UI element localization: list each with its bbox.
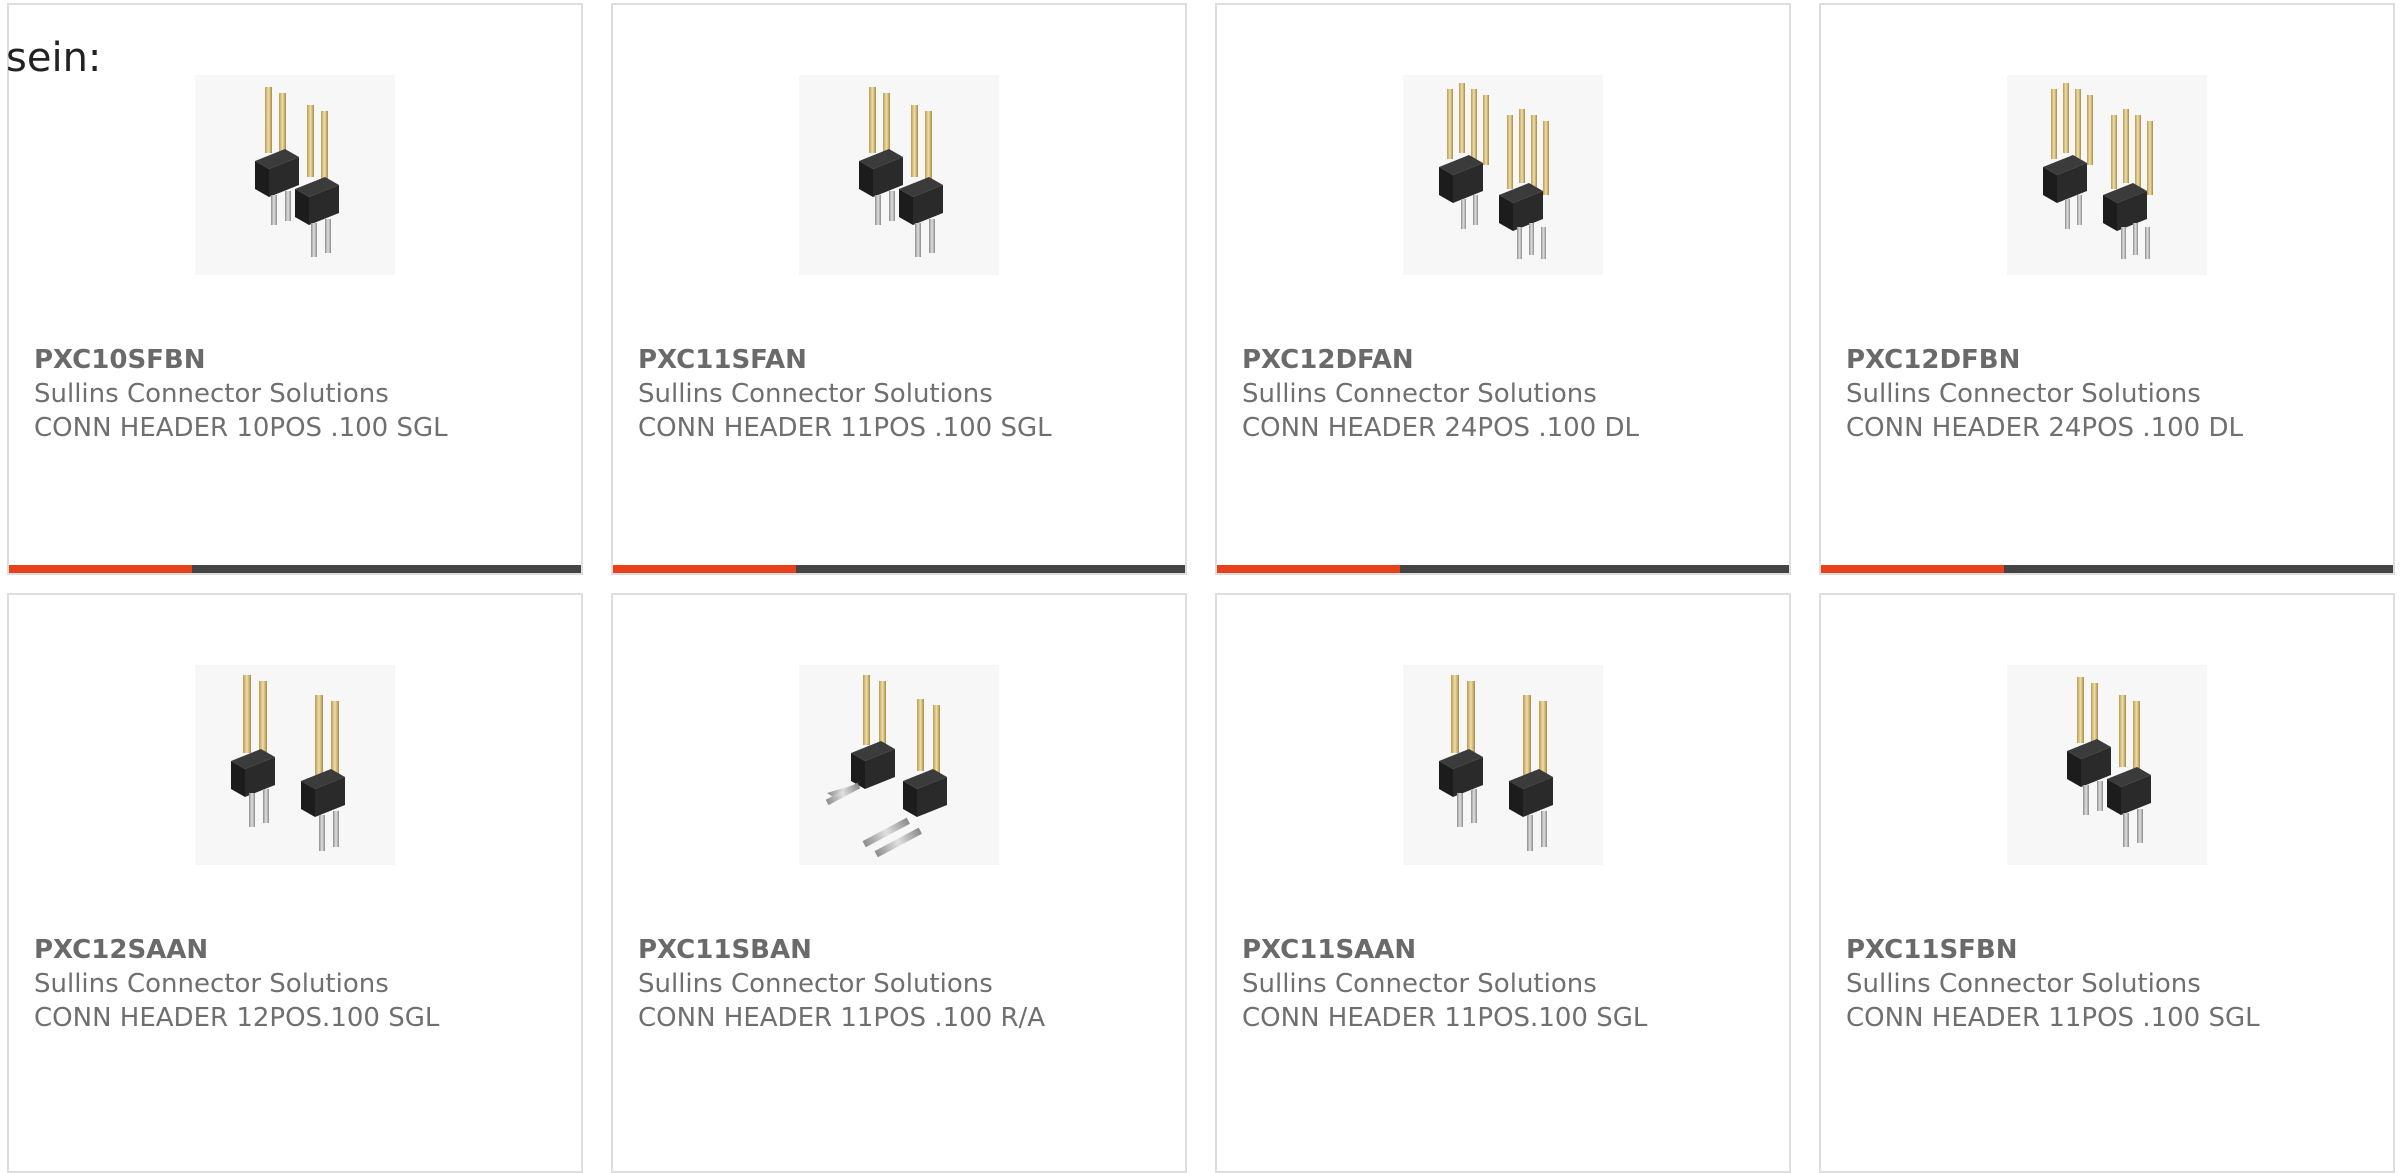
product-grid: PXC10SFBN Sullins Connector Solutions CO… [0, 0, 2400, 1173]
description: CONN HEADER 11POS .100 R/A [638, 1003, 1046, 1033]
single-row-pin-header-image[interactable] [1403, 665, 1603, 865]
product-card[interactable]: PXC11SFAN Sullins Connector Solutions CO… [611, 3, 1187, 575]
description: CONN HEADER 10POS .100 SGL [34, 413, 448, 443]
part-number-link[interactable]: PXC12DFBN [1846, 343, 2373, 377]
manufacturer: Sullins Connector Solutions [638, 969, 993, 999]
product-card[interactable]: PXC12DFAN Sullins Connector Solutions CO… [1215, 3, 1791, 575]
part-number-link[interactable]: PXC11SBAN [638, 933, 1165, 967]
description: CONN HEADER 12POS.100 SGL [34, 1003, 440, 1033]
manufacturer: Sullins Connector Solutions [1242, 379, 1597, 409]
part-number-link[interactable]: PXC10SFBN [34, 343, 561, 377]
manufacturer: Sullins Connector Solutions [1846, 969, 2201, 999]
product-card[interactable]: PXC10SFBN Sullins Connector Solutions CO… [7, 3, 583, 575]
progress-bar [1821, 565, 2393, 573]
progress-bar [1217, 565, 1789, 573]
description: CONN HEADER 24POS .100 DL [1846, 413, 2243, 443]
description: CONN HEADER 24POS .100 DL [1242, 413, 1639, 443]
dual-row-pin-header-image[interactable] [2007, 75, 2207, 275]
progress-fill [1821, 565, 2005, 573]
product-card[interactable]: PXC11SFBN Sullins Connector Solutions CO… [1819, 593, 2395, 1173]
intro-text: sein: [6, 35, 102, 81]
product-card[interactable]: PXC11SBAN Sullins Connector Solutions CO… [611, 593, 1187, 1173]
part-number-link[interactable]: PXC11SAAN [1242, 933, 1769, 967]
manufacturer: Sullins Connector Solutions [638, 379, 993, 409]
part-number-link[interactable]: PXC11SFBN [1846, 933, 2373, 967]
manufacturer: Sullins Connector Solutions [34, 379, 389, 409]
product-card[interactable]: PXC12DFBN Sullins Connector Solutions CO… [1819, 3, 2395, 575]
progress-bar [9, 565, 581, 573]
progress-bar [613, 565, 1185, 573]
progress-fill [9, 565, 193, 573]
description: CONN HEADER 11POS .100 SGL [638, 413, 1052, 443]
single-row-pin-header-image[interactable] [195, 75, 395, 275]
product-card[interactable]: PXC11SAAN Sullins Connector Solutions CO… [1215, 593, 1791, 1173]
part-number-link[interactable]: PXC12SAAN [34, 933, 561, 967]
single-row-pin-header-image[interactable] [195, 665, 395, 865]
manufacturer: Sullins Connector Solutions [1846, 379, 2201, 409]
single-row-pin-header-image[interactable] [2007, 665, 2207, 865]
description: CONN HEADER 11POS.100 SGL [1242, 1003, 1648, 1033]
progress-fill [1217, 565, 1401, 573]
product-card[interactable]: PXC12SAAN Sullins Connector Solutions CO… [7, 593, 583, 1173]
right-angle-pin-header-image[interactable] [799, 665, 999, 865]
dual-row-pin-header-image[interactable] [1403, 75, 1603, 275]
manufacturer: Sullins Connector Solutions [34, 969, 389, 999]
manufacturer: Sullins Connector Solutions [1242, 969, 1597, 999]
progress-fill [613, 565, 797, 573]
part-number-link[interactable]: PXC11SFAN [638, 343, 1165, 377]
single-row-pin-header-image[interactable] [799, 75, 999, 275]
part-number-link[interactable]: PXC12DFAN [1242, 343, 1769, 377]
description: CONN HEADER 11POS .100 SGL [1846, 1003, 2260, 1033]
